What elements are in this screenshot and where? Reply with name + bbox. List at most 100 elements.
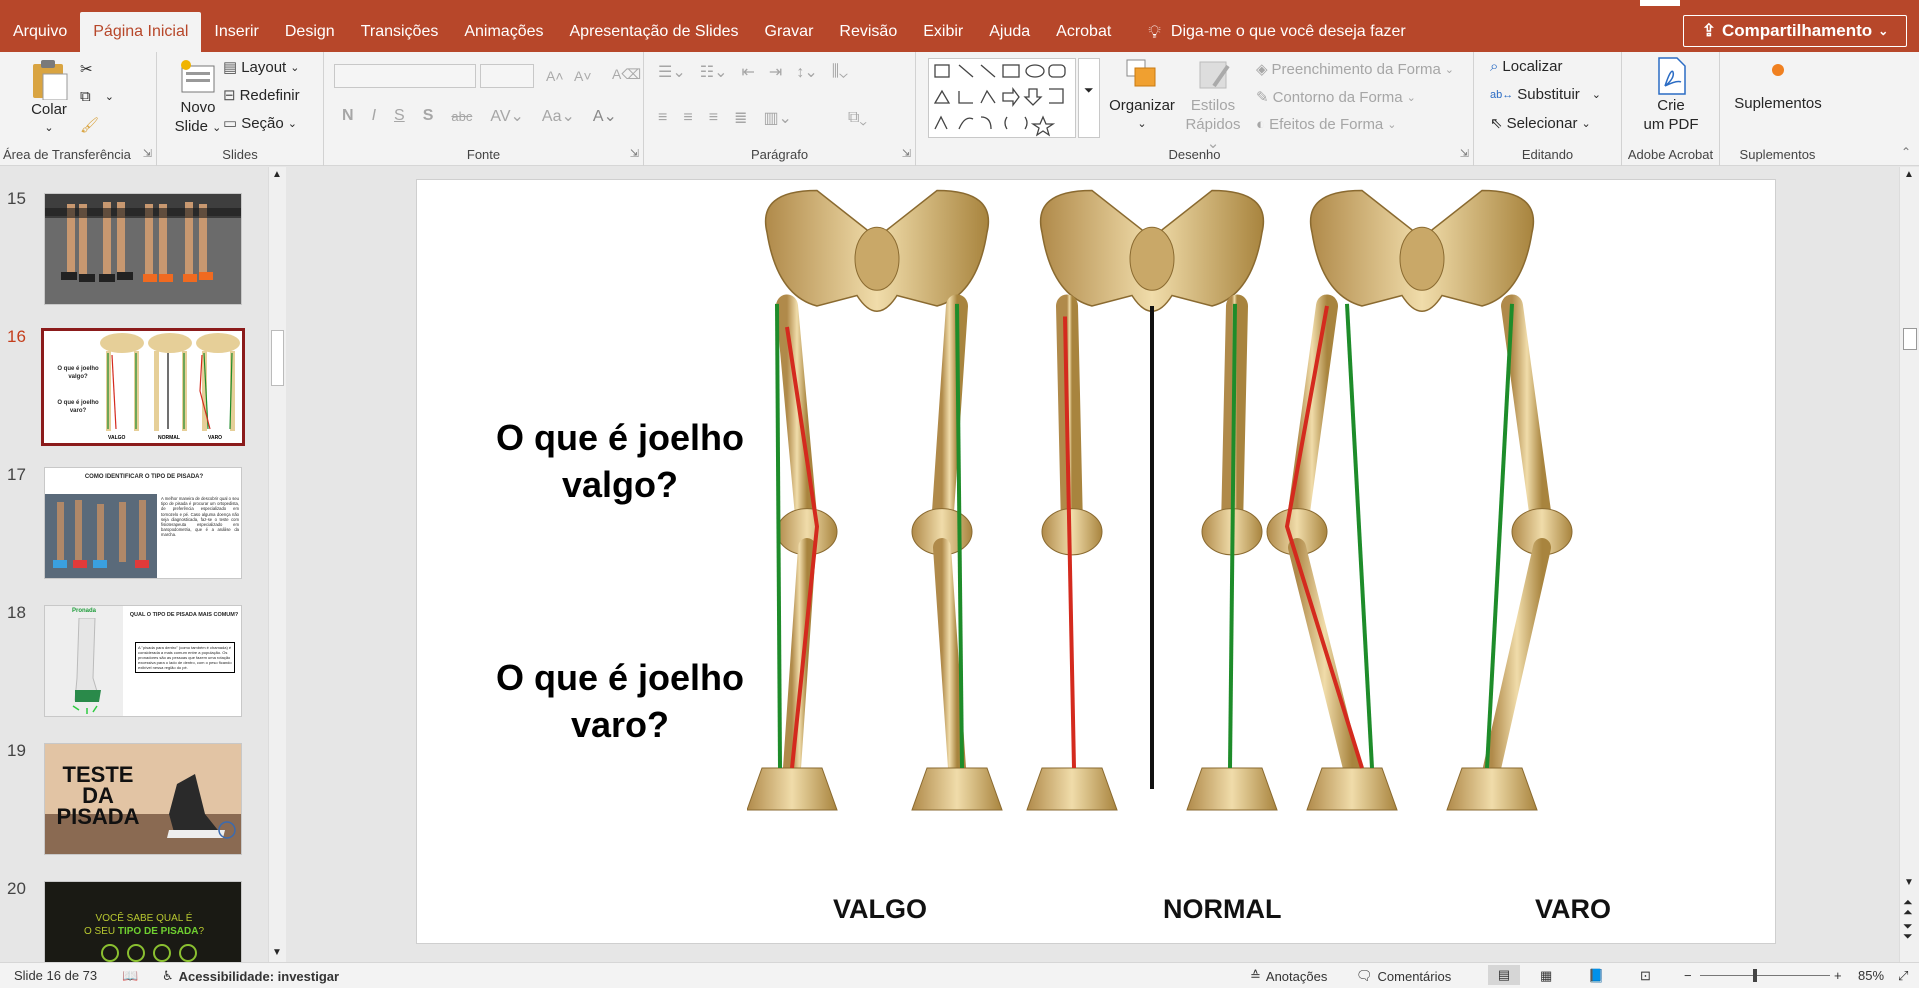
tell-me-search[interactable]: 💡︎ Diga-me o que você deseja fazer	[1124, 12, 1405, 52]
char-spacing-button[interactable]: AV⌄	[490, 106, 524, 126]
copy-button[interactable]: ⧉ ⌄	[80, 88, 114, 105]
spellcheck-icon[interactable]: 📖	[122, 968, 138, 984]
select-button[interactable]: ⇖ Selecionar ⌄	[1490, 114, 1591, 133]
shadow-button[interactable]: S	[423, 107, 434, 125]
tab-animacoes[interactable]: Animações	[451, 12, 556, 52]
next-slide-icon[interactable]: ⏷ ⏷	[1903, 920, 1913, 942]
reading-view-icon[interactable]: 📘	[1588, 968, 1604, 984]
thumbnail-slide-15[interactable]	[44, 193, 242, 305]
zoom-out-icon[interactable]: −	[1684, 968, 1692, 983]
thumbnail-slide-20[interactable]: VOCÊ SABE QUAL É O SEU TIPO DE PISADA?	[44, 881, 242, 962]
thumbnail-slide-16[interactable]: O que é joelho valgo? O que é joelho var…	[41, 328, 245, 446]
zoom-slider-thumb[interactable]	[1753, 969, 1758, 982]
paste-button[interactable]: Colar ⌄	[24, 58, 74, 138]
scroll-down-icon[interactable]: ▼	[272, 947, 282, 958]
shape-effects-button[interactable]: ◐ Efeitos de Forma ⌄	[1256, 116, 1397, 133]
dialog-launcher-icon[interactable]: ⇲	[143, 147, 152, 160]
clear-formatting-icon[interactable]: A⌫	[612, 66, 641, 83]
arrange-button[interactable]: Organizar ⌄	[1106, 56, 1178, 134]
bullets-icon[interactable]: ☰⌄	[658, 62, 686, 82]
notes-button[interactable]: ≙ Anotações	[1250, 968, 1327, 984]
comments-button[interactable]: 🗨 Comentários	[1356, 968, 1451, 984]
question-varo[interactable]: O que é joelho varo?	[455, 654, 785, 748]
font-color-button[interactable]: A⌄	[593, 106, 617, 126]
quick-styles-button[interactable]: Estilos Rápidos ⌄	[1180, 56, 1246, 153]
dialog-launcher-icon[interactable]: ⇲	[1460, 147, 1469, 160]
thumbnails-scrollbar[interactable]: ▲ ▼	[268, 167, 286, 962]
find-button[interactable]: ⌕ Localizar	[1490, 58, 1562, 75]
collapse-ribbon-icon[interactable]: ⌃	[1901, 145, 1911, 159]
fit-slide-icon[interactable]: ⤢	[1898, 968, 1908, 984]
scroll-down-icon[interactable]: ▼	[1904, 877, 1914, 888]
shapes-more-button[interactable]: ⏷	[1078, 58, 1100, 138]
skeleton-legs-image[interactable]: VALGO NORMAL VARO	[747, 180, 1777, 945]
scroll-up-icon[interactable]: ▲	[272, 169, 282, 180]
previous-slide-icon[interactable]: ⏶ ⏶	[1903, 896, 1913, 918]
scrollbar-thumb[interactable]	[271, 330, 284, 386]
columns-layout-icon[interactable]: ▥⌄	[763, 108, 792, 128]
align-left-icon[interactable]: ≡	[658, 109, 667, 127]
zoom-level[interactable]: 85%	[1858, 968, 1884, 983]
layout-icon: ▤	[223, 59, 238, 76]
shape-fill-button[interactable]: ◈ Preenchimento da Forma ⌄	[1256, 60, 1454, 79]
question-valgo[interactable]: O que é joelho valgo?	[455, 414, 785, 508]
bold-button[interactable]: N	[342, 107, 354, 125]
dialog-launcher-icon[interactable]: ⇲	[902, 147, 911, 160]
thumbnail-slide-19[interactable]: TESTE DA PISADA	[44, 743, 242, 855]
layout-button[interactable]: ▤ Layout ⌄	[223, 58, 299, 77]
slide-scrollbar[interactable]: ▲ ▼ ⏶ ⏶ ⏷ ⏷	[1899, 167, 1919, 962]
accessibility-button[interactable]: ♿︎ Acessibilidade: investigar	[162, 968, 339, 984]
tab-design[interactable]: Design	[272, 12, 348, 52]
replace-button[interactable]: ab↔ Substituir ⌄	[1490, 86, 1601, 103]
decrease-indent-icon[interactable]: ⇤	[742, 62, 755, 82]
underline-button[interactable]: S	[394, 107, 405, 125]
tab-exibir[interactable]: Exibir	[910, 12, 976, 52]
tab-inserir[interactable]: Inserir	[201, 12, 271, 52]
addins-button[interactable]: Suplementos	[1722, 58, 1834, 113]
reset-button[interactable]: ⊟ Redefinir	[223, 86, 300, 105]
tab-transicoes[interactable]: Transições	[348, 12, 452, 52]
slide-canvas[interactable]: O que é joelho valgo? O que é joelho var…	[416, 179, 1776, 944]
font-name-dropdown[interactable]	[334, 64, 476, 88]
columns-icon[interactable]: ⫼⌄	[832, 63, 848, 81]
slide-sorter-icon[interactable]: ▦	[1540, 968, 1552, 984]
tab-gravar[interactable]: Gravar	[752, 12, 827, 52]
decrease-font-icon[interactable]: A˅	[574, 68, 592, 84]
cut-button[interactable]: ✂	[80, 60, 93, 78]
tab-ajuda[interactable]: Ajuda	[976, 12, 1043, 52]
slideshow-icon[interactable]: ⊡	[1640, 968, 1651, 984]
zoom-slider[interactable]	[1700, 969, 1830, 982]
share-button[interactable]: ⇪ Compartilhamento ⌄	[1683, 15, 1907, 47]
line-spacing-icon[interactable]: ↕⌄	[796, 62, 817, 82]
numbering-icon[interactable]: ☷⌄	[700, 62, 728, 82]
zoom-in-icon[interactable]: +	[1834, 968, 1842, 983]
thumbnail-slide-18[interactable]: Pronada QUAL O TIPO DE PISADA MAIS COMUM…	[44, 605, 242, 717]
scrollbar-thumb[interactable]	[1903, 328, 1917, 350]
italic-button[interactable]: I	[372, 107, 376, 125]
strikethrough-button[interactable]: abc	[451, 109, 472, 124]
align-right-icon[interactable]: ≡	[709, 109, 718, 127]
dialog-launcher-icon[interactable]: ⇲	[630, 147, 639, 160]
scroll-up-icon[interactable]: ▲	[1904, 169, 1914, 180]
change-case-button[interactable]: Aa⌄	[542, 106, 575, 126]
increase-indent-icon[interactable]: ⇥	[769, 62, 782, 82]
smartart-icon[interactable]: ⧉⌄	[848, 109, 867, 127]
tab-pagina-inicial[interactable]: Página Inicial	[80, 12, 202, 52]
new-slide-button[interactable]: Novo Slide ⌄	[165, 58, 231, 138]
tab-arquivo[interactable]: Arquivo	[0, 12, 80, 52]
format-painter-button[interactable]: 🖌	[80, 116, 99, 134]
align-center-icon[interactable]: ≡	[683, 109, 692, 127]
normal-view-icon[interactable]: ▤	[1488, 965, 1520, 985]
create-pdf-button[interactable]: Crie um PDF	[1636, 56, 1706, 134]
increase-font-icon[interactable]: A˄	[546, 68, 564, 84]
font-size-dropdown[interactable]	[480, 64, 534, 88]
justify-icon[interactable]: ≣	[734, 108, 747, 128]
shapes-gallery[interactable]	[928, 58, 1076, 138]
tab-acrobat[interactable]: Acrobat	[1043, 12, 1124, 52]
tab-revisao[interactable]: Revisão	[826, 12, 910, 52]
thumbnail-slide-17[interactable]: COMO IDENTIFICAR O TIPO DE PISADA? A mel…	[44, 467, 242, 579]
section-button[interactable]: ▭ Seção ⌄	[223, 114, 297, 133]
tab-apresentacao-de-slides[interactable]: Apresentação de Slides	[557, 12, 752, 52]
shape-outline-button[interactable]: ✎ Contorno da Forma ⌄	[1256, 88, 1416, 107]
slide-counter: Slide 16 de 73	[14, 968, 98, 983]
